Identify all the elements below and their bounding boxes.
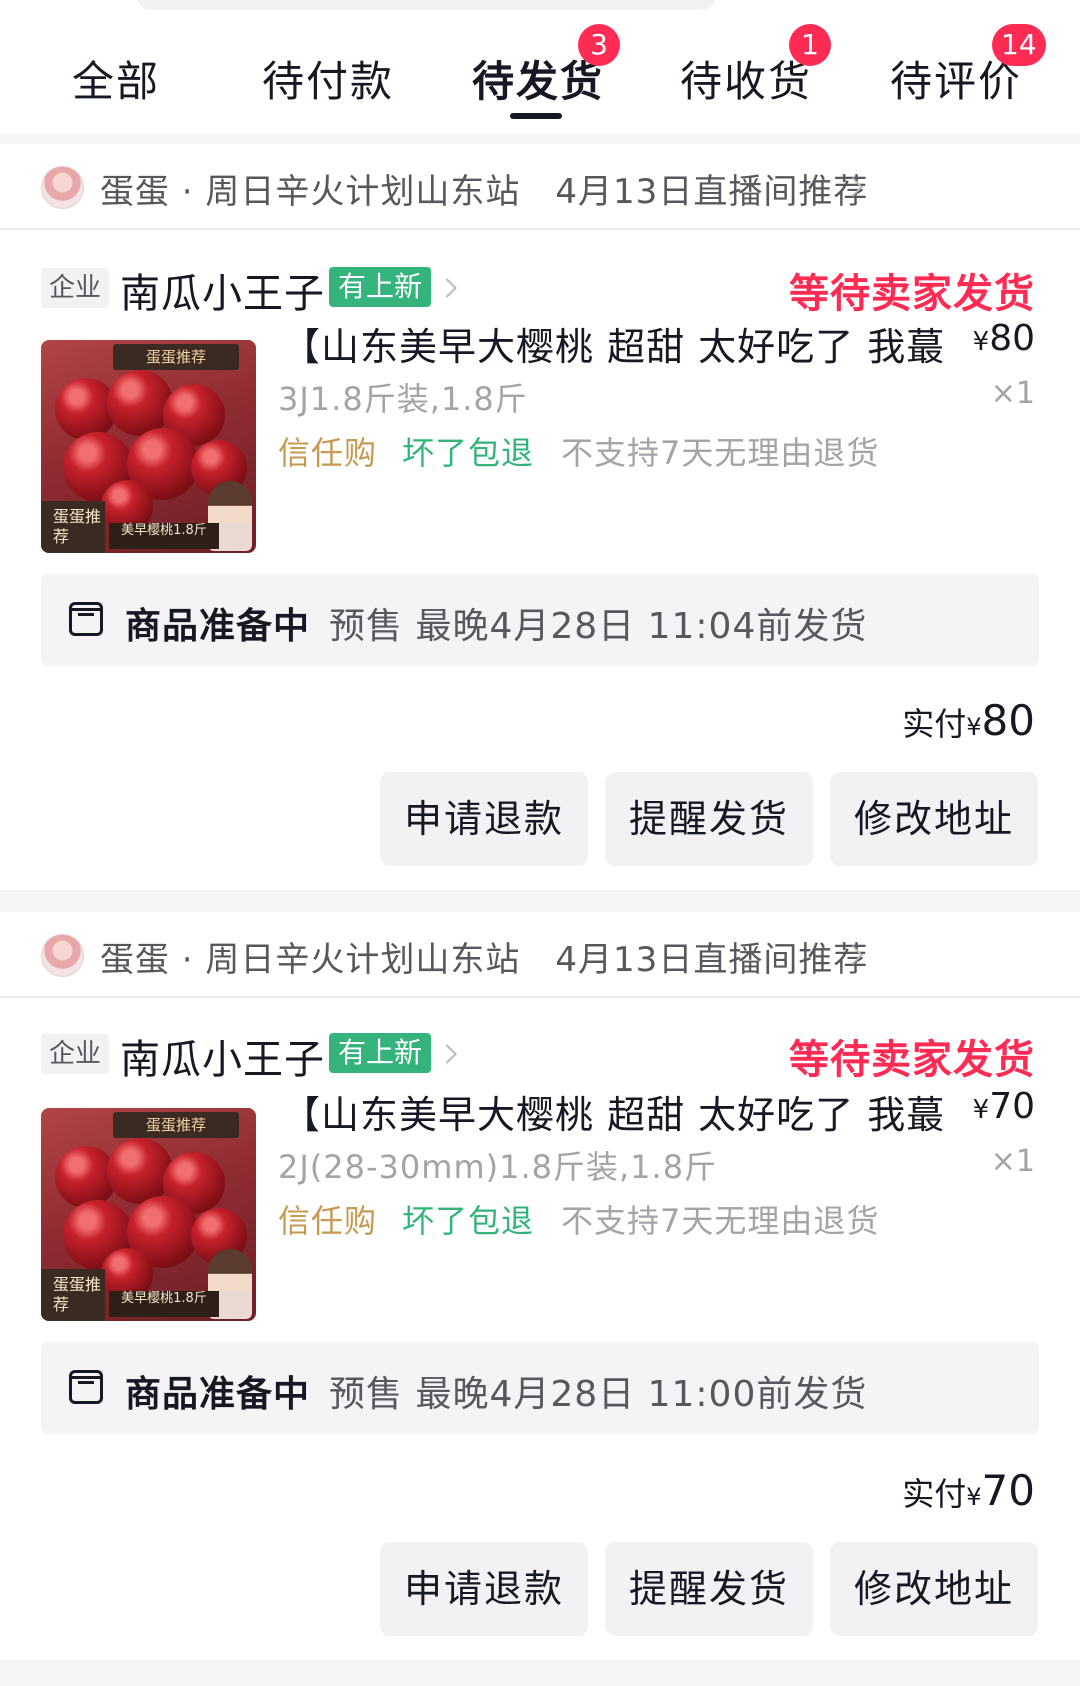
order-status: 等待卖家发货	[789, 271, 1035, 317]
product-thumbnail[interactable]: 蛋蛋推荐 蛋蛋推荐 美早樱桃1.8斤	[41, 1108, 256, 1321]
shipping-title: 商品准备中	[125, 1374, 311, 1415]
live-source-text: 蛋蛋 · 周日辛火计划山东站 4月13日直播间推荐	[100, 172, 869, 212]
shipping-status-box[interactable]: 商品准备中 预售 最晚4月28日 11:00前发货	[41, 1342, 1039, 1434]
thumb-label: 蛋蛋推荐	[113, 1112, 239, 1138]
thumb-label: 蛋蛋推荐	[41, 501, 105, 553]
chevron-right-icon	[437, 1044, 457, 1064]
shipping-detail: 预售 最晚4月28日 11:00前发货	[329, 1374, 868, 1415]
request-refund-button[interactable]: 申请退款	[380, 1542, 588, 1636]
service-tag-trust: 信任购	[278, 1202, 378, 1240]
badge-pending-shipment: 3	[578, 24, 620, 66]
product-thumbnail[interactable]: 蛋蛋推荐 蛋蛋推荐 美早樱桃1.8斤	[41, 340, 256, 553]
unit-price: ¥70	[972, 1086, 1035, 1127]
service-tag-no-7day-return: 不支持7天无理由退货	[561, 1202, 880, 1240]
avatar	[41, 934, 84, 977]
shipping-title: 商品准备中	[125, 606, 311, 647]
badge-pending-receipt: 1	[789, 24, 831, 66]
change-address-button[interactable]: 修改地址	[830, 1542, 1038, 1636]
change-address-button[interactable]: 修改地址	[830, 772, 1038, 866]
live-source-row[interactable]: 蛋蛋 · 周日辛火计划山东站 4月13日直播间推荐	[0, 144, 1080, 230]
remind-shipment-button[interactable]: 提醒发货	[605, 772, 813, 866]
tab-label: 待收货	[680, 57, 813, 106]
service-tag-damage-refund: 坏了包退	[402, 1202, 535, 1240]
request-refund-button[interactable]: 申请退款	[380, 772, 588, 866]
enterprise-tag: 企业	[41, 1034, 109, 1074]
new-arrival-tag: 有上新	[329, 1033, 431, 1073]
tab-label: 待评价	[890, 57, 1023, 106]
avatar	[41, 166, 84, 209]
shipping-detail: 预售 最晚4月28日 11:04前发货	[329, 606, 868, 647]
thumb-label: 蛋蛋推荐	[113, 344, 239, 370]
service-tag-trust: 信任购	[278, 434, 378, 472]
search-input-edge[interactable]	[136, 0, 716, 10]
product-title[interactable]: 【山东美早大樱桃 超甜 太好吃了 我蕞	[282, 316, 942, 371]
order-card: 蛋蛋 · 周日辛火计划山东站 4月13日直播间推荐 企业 南瓜小王子 有上新 等…	[0, 144, 1080, 890]
shipping-status-box[interactable]: 商品准备中 预售 最晚4月28日 11:04前发货	[41, 574, 1039, 666]
tab-label: 待发货	[472, 57, 605, 106]
unit-price: ¥80	[972, 318, 1035, 359]
amount-paid: 实付¥80	[902, 696, 1035, 745]
shop-name[interactable]: 南瓜小王子	[120, 261, 325, 319]
live-source-row[interactable]: 蛋蛋 · 周日辛火计划山东站 4月13日直播间推荐	[0, 912, 1080, 998]
sku-spec: 2J(28-30mm)1.8斤装,1.8斤	[278, 1148, 718, 1186]
service-tag-damage-refund: 坏了包退	[402, 434, 535, 472]
sku-spec: 3J1.8斤装,1.8斤	[278, 380, 528, 418]
order-status-tabs: 全部 待付款 待发货 3 待收货 1 待评价 14	[0, 0, 1080, 134]
tab-label: 待付款	[262, 57, 395, 106]
tab-all[interactable]: 全部	[72, 48, 160, 109]
tab-label: 全部	[72, 57, 161, 106]
order-status: 等待卖家发货	[789, 1037, 1035, 1083]
quantity: ×1	[990, 1144, 1035, 1179]
badge-pending-review: 14	[992, 24, 1046, 66]
package-icon	[69, 602, 103, 636]
active-tab-indicator	[510, 113, 562, 119]
enterprise-tag: 企业	[41, 268, 109, 308]
order-card: 蛋蛋 · 周日辛火计划山东站 4月13日直播间推荐 企业 南瓜小王子 有上新 等…	[0, 912, 1080, 1660]
thumb-label: 蛋蛋推荐	[41, 1269, 105, 1321]
service-tag-no-7day-return: 不支持7天无理由退货	[561, 434, 880, 472]
chevron-right-icon	[437, 278, 457, 298]
thumb-label: 美早樱桃1.8斤	[109, 1291, 219, 1317]
new-arrival-tag: 有上新	[329, 267, 431, 307]
shop-name[interactable]: 南瓜小王子	[120, 1027, 325, 1085]
thumb-label: 美早樱桃1.8斤	[109, 523, 219, 549]
product-title[interactable]: 【山东美早大樱桃 超甜 太好吃了 我蕞	[282, 1084, 942, 1139]
search-bar-remnant	[0, 0, 1080, 14]
live-source-text: 蛋蛋 · 周日辛火计划山东站 4月13日直播间推荐	[100, 940, 869, 980]
remind-shipment-button[interactable]: 提醒发货	[605, 1542, 813, 1636]
tab-pending-payment[interactable]: 待付款	[262, 48, 394, 109]
amount-paid: 实付¥70	[902, 1466, 1035, 1515]
package-icon	[69, 1370, 103, 1404]
list-bottom-gap	[0, 1660, 1080, 1686]
quantity: ×1	[990, 376, 1035, 411]
